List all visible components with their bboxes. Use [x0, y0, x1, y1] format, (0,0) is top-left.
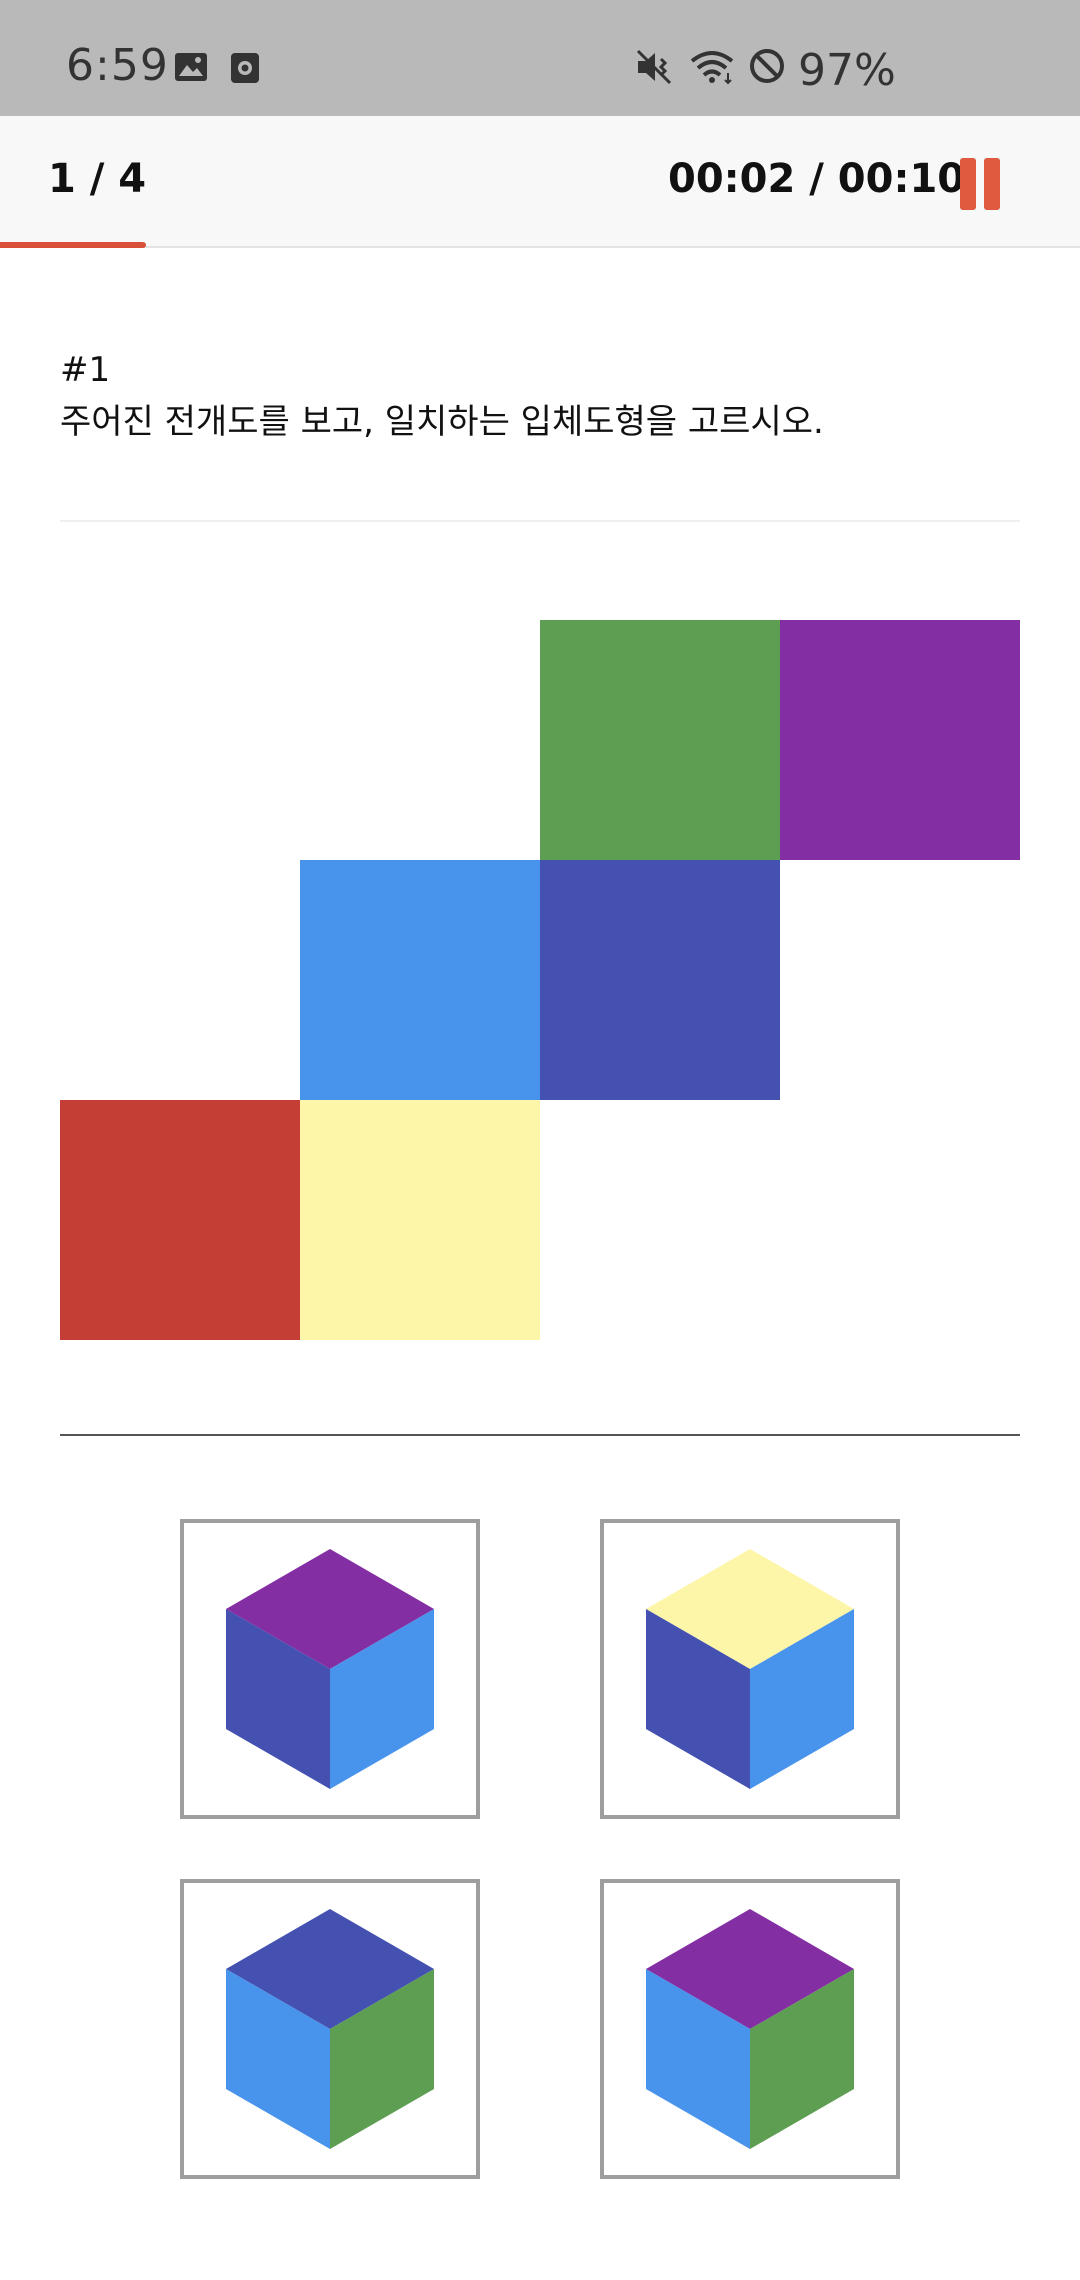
timer: 00:02 / 00:10	[668, 156, 966, 202]
net-face-yellow	[300, 1100, 540, 1340]
answer-option-1[interactable]	[180, 1519, 480, 1819]
question-counter: 1 / 4	[48, 156, 147, 202]
cube-1	[226, 1549, 434, 1789]
answer-option-2[interactable]	[600, 1519, 900, 1819]
screen-record-icon	[230, 52, 260, 88]
net-face-indigo	[540, 860, 780, 1100]
net-face-purple	[780, 620, 1020, 860]
mute-icon	[636, 45, 676, 96]
status-time: 6:59	[66, 40, 169, 91]
question-text: 주어진 전개도를 보고, 일치하는 입체도형을 고르시오.	[60, 402, 824, 442]
battery-text: 97%	[798, 44, 896, 96]
question-number: #1	[60, 350, 111, 390]
divider	[60, 520, 1020, 522]
answer-option-4[interactable]	[600, 1879, 900, 2179]
pause-button[interactable]	[956, 158, 1002, 210]
pause-icon	[960, 158, 976, 210]
cube-2	[646, 1549, 854, 1789]
cube-4	[646, 1909, 854, 2149]
cube-3	[226, 1909, 434, 2149]
progress-bar	[0, 242, 146, 248]
net-face-red	[60, 1100, 300, 1340]
net-face-light-blue	[300, 860, 540, 1100]
divider	[60, 1434, 1020, 1436]
answer-option-3[interactable]	[180, 1879, 480, 2179]
wifi-icon	[688, 45, 736, 96]
image-icon	[174, 52, 208, 86]
status-bar: 6:59 97%	[0, 0, 1080, 116]
net-face-green	[540, 620, 780, 860]
quiz-header: 1 / 4 00:02 / 00:10	[0, 116, 1080, 248]
status-right: 97%	[636, 40, 896, 100]
do-not-disturb-icon	[748, 45, 786, 96]
